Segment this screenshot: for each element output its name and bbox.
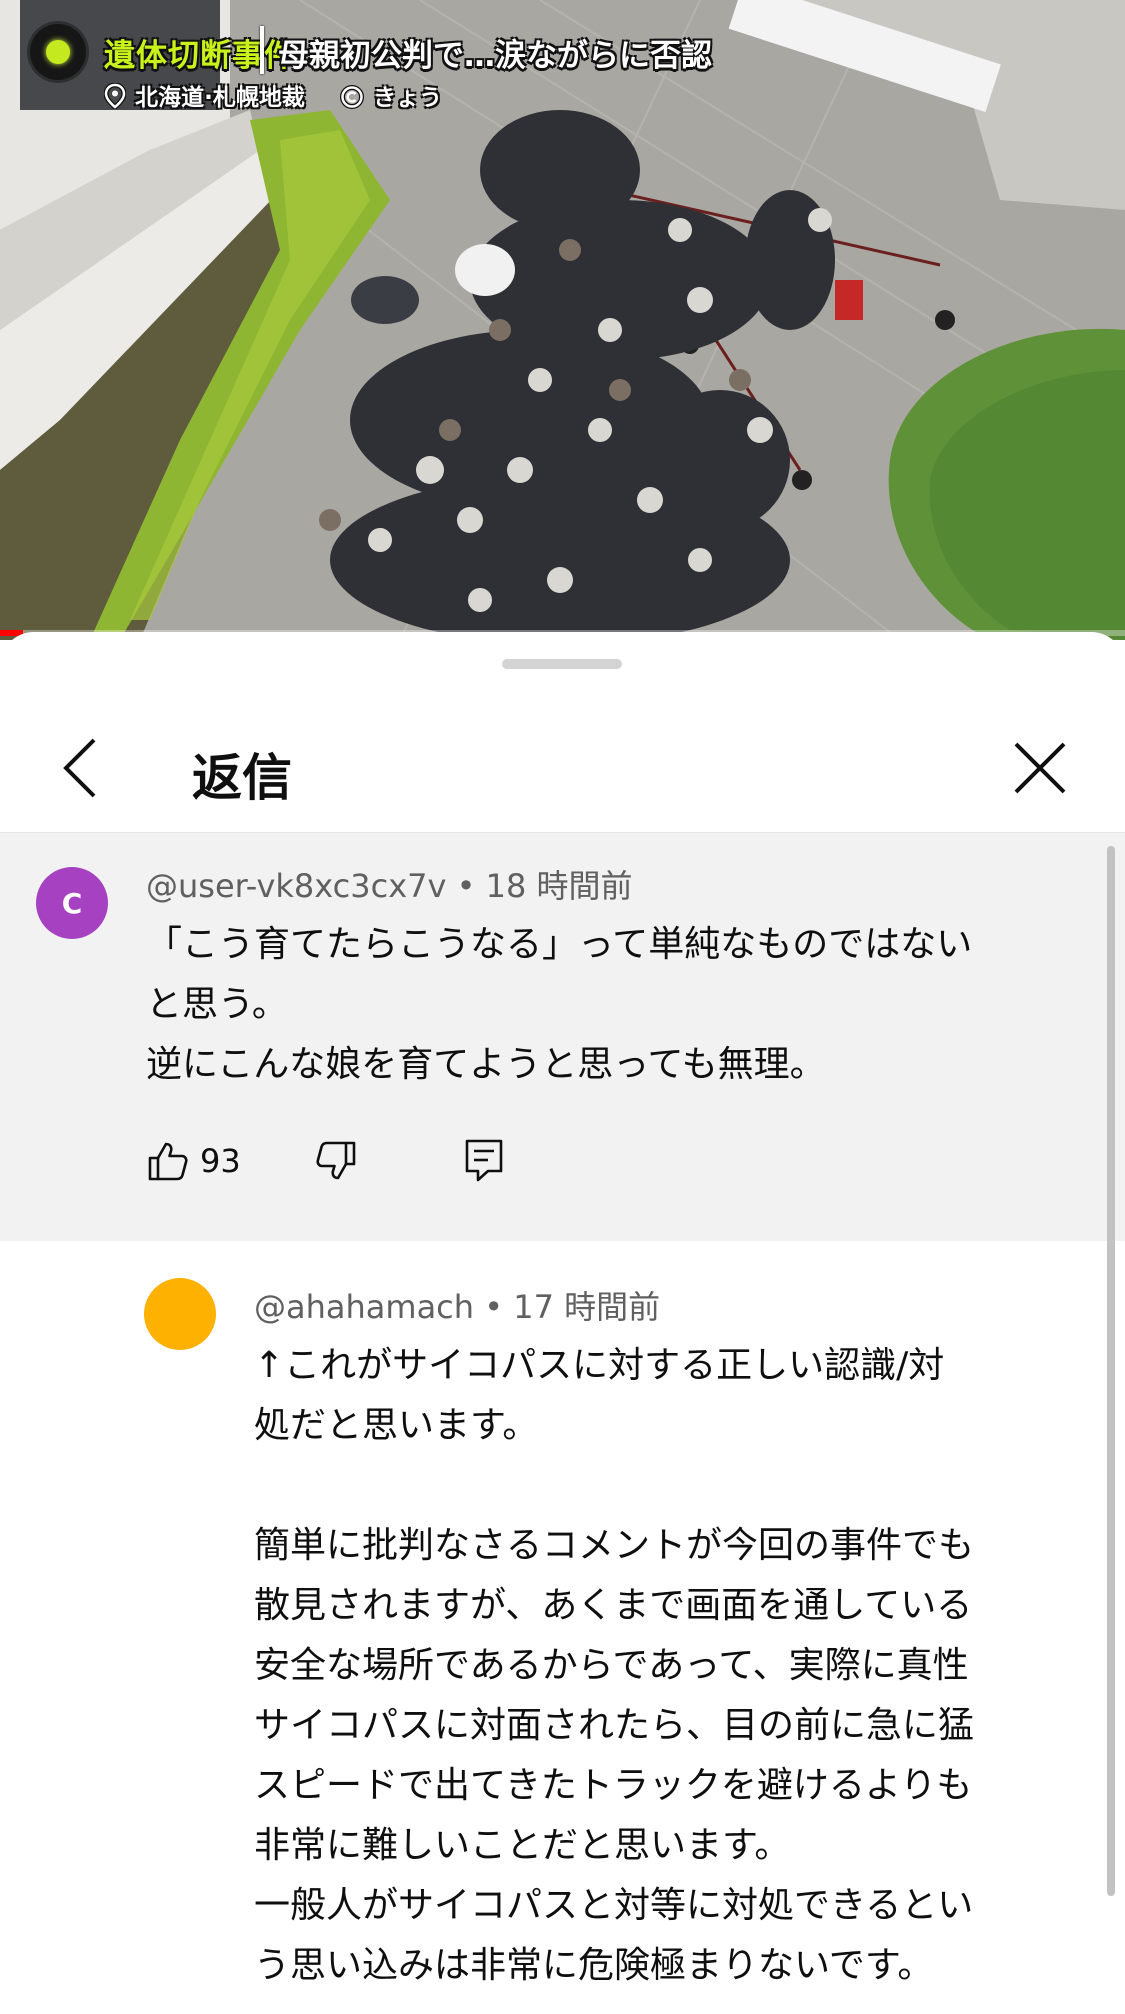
reply-button[interactable] (462, 1133, 506, 1189)
sheet-drag-handle[interactable] (502, 659, 622, 669)
credit-text: きょう (373, 85, 443, 111)
thumb-down-icon (316, 1141, 356, 1180)
copyright-icon (339, 85, 364, 109)
news-headline: 母親初公判で…涙ながらに否認 (278, 38, 712, 74)
live-indicator-icon (30, 24, 86, 80)
location-pin-icon (104, 83, 126, 109)
close-icon (1014, 742, 1066, 794)
reply-meta: @ahahamach • 17 時間前 (254, 1288, 661, 1326)
thumb-up-icon (148, 1142, 188, 1181)
parent-comment: C @user-vk8xc3cx7v • 18 時間前 「こう育てたらこうなる」… (0, 833, 1125, 1241)
sheet-title: 返信 (192, 749, 292, 807)
reply-text: ↑これがサイコパスに対する正しい認識/対 処だと思います。 簡単に批判なさるコメ… (254, 1345, 975, 1986)
like-button[interactable]: 93 (146, 1133, 241, 1189)
scrollbar[interactable] (1107, 846, 1115, 1896)
dislike-button[interactable] (314, 1133, 358, 1189)
location-line: 北海道·札幌地裁 きょう (104, 78, 443, 111)
chevron-left-icon (63, 738, 96, 798)
location-text: 北海道·札幌地裁 (135, 85, 305, 111)
like-count: 93 (200, 1142, 241, 1180)
sheet-header: 返信 (0, 692, 1125, 833)
comment-meta: @user-vk8xc3cx7v • 18 時間前 (146, 867, 633, 905)
caption-divider (260, 26, 264, 74)
avatar[interactable] (144, 1278, 216, 1350)
video-player[interactable]: 遺体切断事件 母親初公判で…涙ながらに否認 北海道·札幌地裁 きょう (0, 0, 1125, 640)
avatar[interactable]: C (36, 867, 108, 939)
news-tag: 遺体切断事件 (104, 38, 296, 74)
comment-text: 「こう育てたらこうなる」って単純なものではない と思う。 逆にこんな娘を育てよう… (146, 924, 973, 1085)
reply-icon (465, 1139, 503, 1182)
close-button[interactable] (1000, 728, 1080, 808)
replies-sheet: 返信 C @user-vk8xc3cx7v • 18 時間前 「こう育てたらこう… (0, 632, 1125, 2014)
back-button[interactable] (44, 728, 124, 808)
news-caption-overlay: 遺体切断事件 母親初公判で…涙ながらに否認 北海道·札幌地裁 きょう (28, 22, 748, 112)
